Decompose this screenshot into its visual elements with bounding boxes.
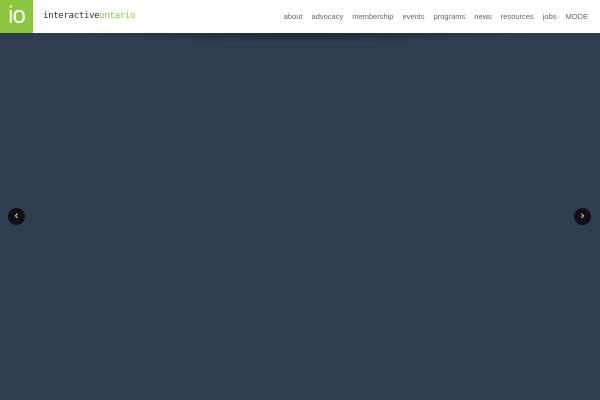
prev-arrow-icon[interactable]: ‹ [8,208,25,225]
logo-wordmark[interactable]: interactiveontario [43,11,135,21]
nav-jobs[interactable]: jobs [543,12,557,21]
nav-advocacy[interactable]: advocacy [312,12,344,21]
main-nav: about advocacy membership events program… [284,12,588,21]
nav-about[interactable]: about [284,12,303,21]
logo-word-interactive: interactive [43,11,100,21]
nav-news[interactable]: news [474,12,492,21]
header: io interactiveontario about advocacy mem… [0,0,600,33]
hero-slider [0,33,600,400]
header-shadow [60,33,540,43]
logo-icon[interactable]: io [0,0,33,33]
nav-mode[interactable]: MODE [566,12,589,21]
nav-membership[interactable]: membership [352,12,393,21]
nav-events[interactable]: events [402,12,424,21]
logo-word-ontario: ontario [99,11,136,21]
next-arrow-icon[interactable]: › [574,208,591,225]
nav-resources[interactable]: resources [501,12,534,21]
nav-programs[interactable]: programs [434,12,466,21]
